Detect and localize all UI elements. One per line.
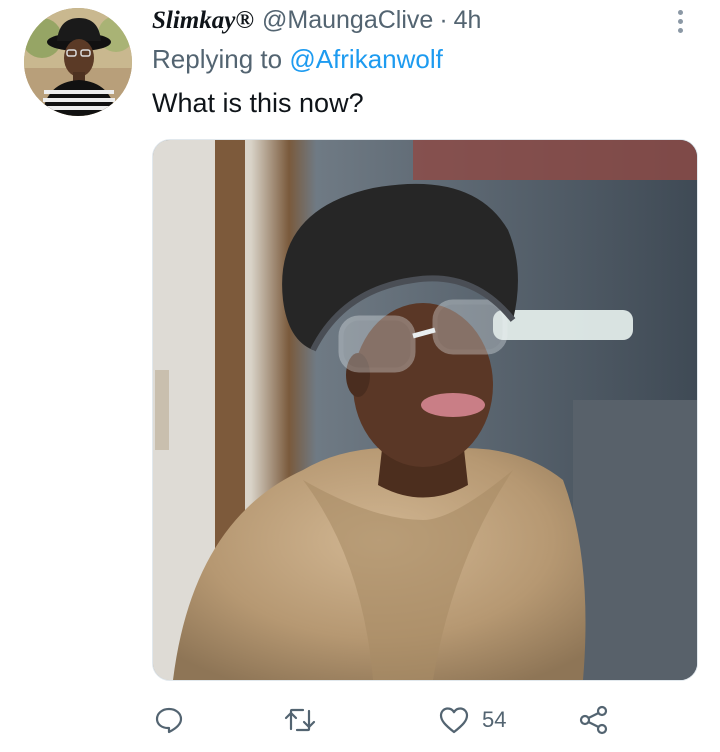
display-name[interactable]: Slimkay® <box>152 7 254 35</box>
user-handle[interactable]: @MaungaClive <box>262 6 433 35</box>
reply-icon <box>154 705 184 735</box>
share-icon <box>578 704 610 736</box>
replying-to-link[interactable]: @Afrikanwolf <box>289 44 443 74</box>
retweet-button[interactable] <box>284 700 316 740</box>
tweet-text: What is this now? <box>152 88 364 118</box>
like-count: 54 <box>482 707 507 732</box>
tweet-header: Slimkay® @MaungaClive · 4h <box>152 6 670 40</box>
separator-dot: · <box>439 6 448 34</box>
tweet-media-image[interactable] <box>152 139 698 681</box>
timestamp[interactable]: 4h <box>454 6 482 35</box>
tweet-actions: 54 <box>152 700 622 740</box>
heart-icon <box>438 705 470 735</box>
replying-prefix: Replying to <box>152 44 283 74</box>
retweet-icon <box>284 705 316 735</box>
like-button[interactable]: 54 <box>438 700 506 740</box>
reply-button[interactable] <box>154 700 184 740</box>
avatar[interactable] <box>24 8 132 116</box>
more-vertical-icon[interactable] <box>674 10 686 36</box>
share-button[interactable] <box>578 700 610 740</box>
replying-to: Replying to @Afrikanwolf <box>152 44 443 75</box>
